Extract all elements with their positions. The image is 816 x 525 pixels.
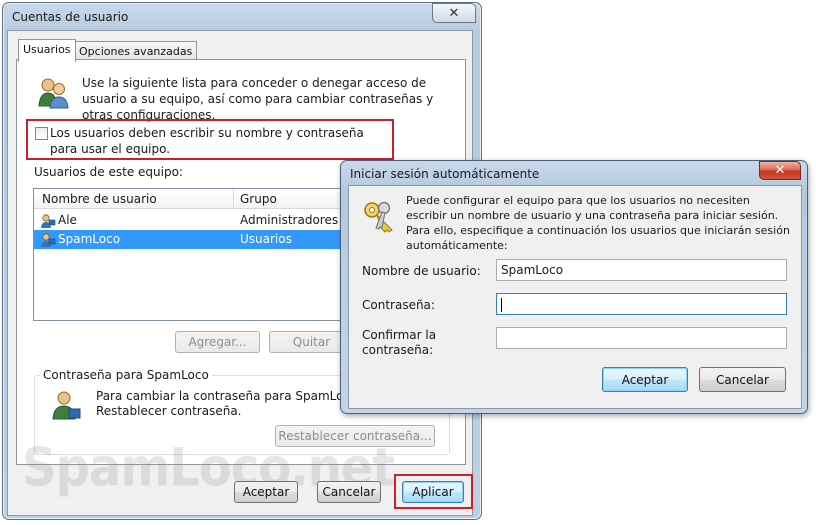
column-header-username[interactable]: Nombre de usuario xyxy=(42,192,157,206)
user-icon xyxy=(41,233,56,247)
close-icon: ✕ xyxy=(448,5,460,21)
users-icon xyxy=(38,78,69,109)
column-header-group[interactable]: Grupo xyxy=(240,192,277,206)
confirm-password-field[interactable] xyxy=(496,327,787,349)
ok-button[interactable]: Aceptar xyxy=(234,481,298,503)
table-row[interactable]: Ale Administradores xyxy=(34,211,364,230)
username-label: Nombre de usuario: xyxy=(362,264,481,278)
window-close-button[interactable]: ✕ xyxy=(432,3,476,23)
table-row-selected[interactable]: SpamLoco Usuarios xyxy=(34,230,364,249)
password-group-title: Contraseña para SpamLoco xyxy=(40,368,212,382)
close-icon: ✕ xyxy=(774,163,786,178)
dialog-title: Iniciar sesión automáticamente xyxy=(350,167,540,181)
password-field[interactable] xyxy=(496,293,787,315)
column-divider xyxy=(233,189,234,208)
user-password-icon xyxy=(52,391,81,420)
user-name: Ale xyxy=(58,213,77,227)
dialog-cancel-button[interactable]: Cancelar xyxy=(699,367,786,392)
user-group: Administradores xyxy=(240,213,339,227)
cancel-button[interactable]: Cancelar xyxy=(317,481,381,503)
window-title: Cuentas de usuario xyxy=(12,10,129,24)
user-icon xyxy=(41,214,56,228)
user-name: SpamLoco xyxy=(58,232,121,246)
text-caret xyxy=(501,297,502,312)
require-login-label: Los usuarios deben escribir su nombre y … xyxy=(50,126,364,156)
dialog-ok-button[interactable]: Aceptar xyxy=(602,367,688,392)
tab-users[interactable]: Usuarios xyxy=(18,39,76,62)
apply-button[interactable]: Aplicar xyxy=(402,481,464,503)
add-user-button[interactable]: Agregar... xyxy=(175,331,260,353)
username-field[interactable]: SpamLoco xyxy=(496,259,787,281)
user-group: Usuarios xyxy=(240,232,292,246)
dialog-description: Puede configurar el equipo para que los … xyxy=(406,194,790,252)
password-label: Contraseña: xyxy=(362,298,435,312)
password-group-text-2: Restablecer contraseña. xyxy=(96,404,242,418)
confirm-password-label-1: Confirmar la xyxy=(362,328,437,342)
intro-text: Use la siguiente lista para conceder o d… xyxy=(82,76,434,122)
require-login-checkbox[interactable] xyxy=(35,127,48,140)
dialog-close-button[interactable]: ✕ xyxy=(759,161,801,180)
users-section-label: Usuarios de este equipo: xyxy=(34,165,183,179)
confirm-password-label-2: contraseña: xyxy=(362,343,434,357)
password-group-text-1: Para cambiar la contraseña para SpamLoco… xyxy=(96,389,380,403)
keys-icon xyxy=(364,201,393,233)
